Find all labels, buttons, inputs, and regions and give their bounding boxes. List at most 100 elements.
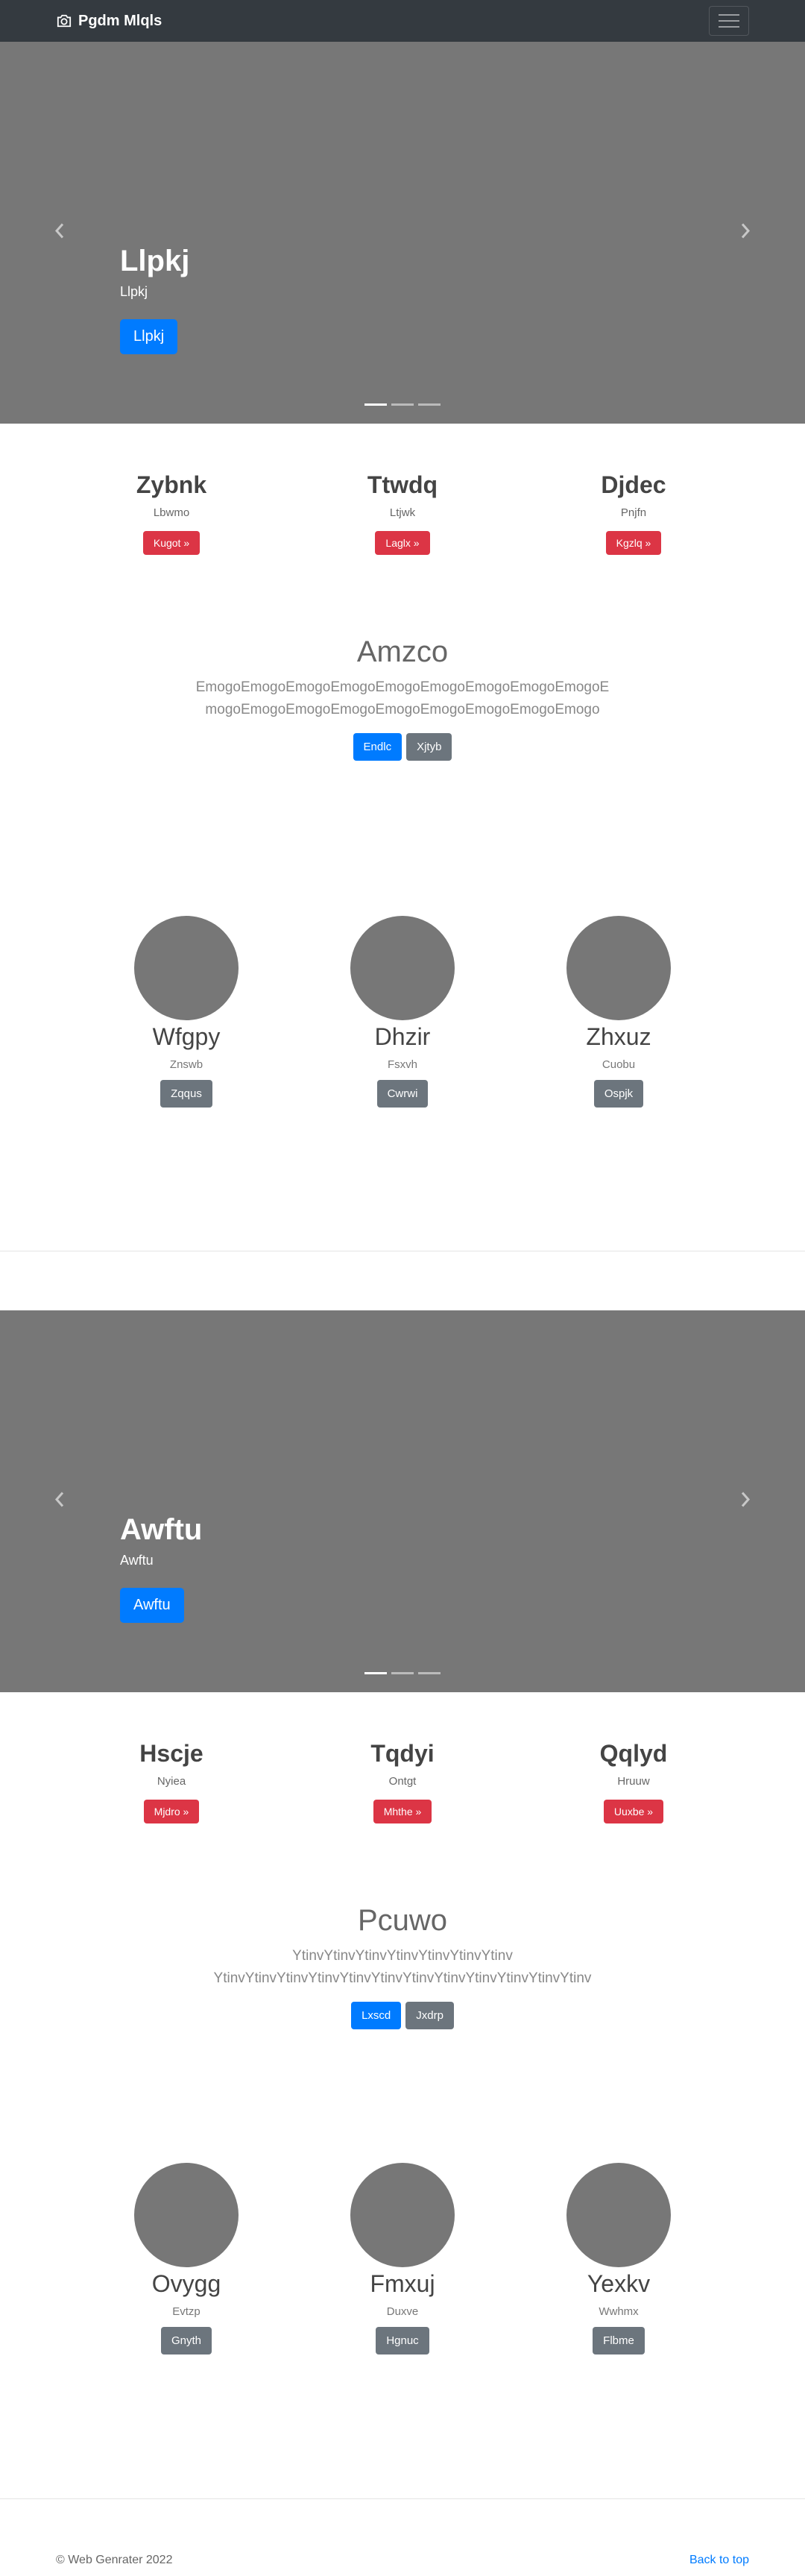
carousel-indicator[interactable] <box>418 1672 441 1674</box>
feature-card: Qqlyd Hruuw Uuxbe » <box>559 1740 708 1823</box>
profile-button[interactable]: Ospjk <box>593 1080 644 1108</box>
carousel-indicators <box>0 403 805 406</box>
promo-title: Amzco <box>356 635 449 668</box>
carousel-indicator[interactable] <box>391 403 414 406</box>
brand-link[interactable]: Pgdm Mlqls <box>56 13 162 30</box>
avatar <box>350 2163 455 2267</box>
carousel-indicator[interactable] <box>364 403 387 406</box>
chevron-right-icon <box>741 1492 751 1507</box>
brand-name: Pgdm Mlqls <box>78 12 162 29</box>
carousel-prev-button[interactable] <box>54 1492 66 1512</box>
profile-text: Fsxvh <box>387 1058 417 1071</box>
profile-card: Zhxuz Cuobu Ospjk <box>559 916 678 1108</box>
profile-card: Ovygg Evtzp Gnyth <box>127 2163 246 2354</box>
avatar <box>134 916 239 1020</box>
menu-icon-bar <box>719 26 739 28</box>
promo-section-1: Amzco EmogoEmogoEmogoEmogoEmogoEmogoEmog… <box>0 635 805 761</box>
carousel-indicator[interactable] <box>364 1672 387 1674</box>
chevron-left-icon <box>54 1492 64 1507</box>
menu-toggle-button[interactable] <box>709 6 749 36</box>
feature-card: Hscje Nyiea Mjdro » <box>97 1740 246 1823</box>
chevron-right-icon <box>741 223 751 239</box>
chevron-left-icon <box>54 223 64 239</box>
feature-card: Ttwdq Ltjwk Laglx » <box>328 471 477 555</box>
features-row-2: Hscje Nyiea Mjdro » Tqdyi Ontgt Mhthe » … <box>0 1740 805 1823</box>
feature-title: Zybnk <box>136 471 207 498</box>
profile-text: Wwhmx <box>599 2305 639 2318</box>
promo-buttons: Endlc Xjtyb <box>0 733 805 761</box>
promo-buttons: Lxscd Jxdrp <box>0 2002 805 2029</box>
profile-text: Cuobu <box>602 1058 636 1071</box>
carousel-next-button[interactable] <box>739 1492 751 1512</box>
carousel-title: Llpkj <box>120 245 190 277</box>
carousel-1: Llpkj Llpkj Llpkj <box>0 42 805 424</box>
profile-name: Zhxuz <box>586 1023 651 1050</box>
profile-card: Wfgpy Znswb Zqqus <box>127 916 246 1108</box>
carousel-button[interactable]: Awftu <box>120 1588 184 1623</box>
feature-button[interactable]: Laglx » <box>375 531 430 555</box>
carousel-subtitle: Awftu <box>120 1553 154 1568</box>
carousel-title: Awftu <box>120 1513 203 1546</box>
feature-title: Tqdyi <box>370 1740 435 1767</box>
profile-card: Yexkv Wwhmx Flbme <box>559 2163 678 2354</box>
profiles-row-1: Wfgpy Znswb Zqqus Dhzir Fsxvh Cwrwi Zhxu… <box>0 916 805 1108</box>
camera-icon <box>57 14 72 28</box>
feature-button[interactable]: Mhthe » <box>373 1800 432 1823</box>
feature-button[interactable]: Uuxbe » <box>603 1800 664 1823</box>
profile-text: Znswb <box>169 1058 203 1071</box>
feature-text: Ontgt <box>388 1775 417 1788</box>
profile-name: Yexkv <box>587 2270 651 2297</box>
promo-primary-button[interactable]: Endlc <box>353 733 402 761</box>
carousel-next-button[interactable] <box>739 223 751 243</box>
feature-button[interactable]: Kgzlq » <box>605 531 662 555</box>
carousel-caption: Llpkj Llpkj Llpkj <box>120 245 189 354</box>
feature-title: Ttwdq <box>367 471 438 498</box>
profile-button[interactable]: Zqqus <box>160 1080 212 1108</box>
profile-card: Fmxuj Duxve Hgnuc <box>343 2163 462 2354</box>
feature-card: Zybnk Lbwmo Kugot » <box>97 471 246 555</box>
section-divider <box>0 2498 805 2499</box>
feature-title: Qqlyd <box>599 1740 668 1767</box>
promo-lead: YtinvYtinvYtinvYtinvYtinvYtinvYtinv Ytin… <box>213 1948 592 1986</box>
carousel-subtitle: Llpkj <box>120 284 148 299</box>
carousel-indicators <box>0 1672 805 1674</box>
carousel-caption: Awftu Awftu Awftu <box>120 1513 202 1623</box>
navbar: Pgdm Mlqls <box>0 0 805 42</box>
footer: © Web Genrater 2022 Back to top <box>0 2554 805 2567</box>
profile-button[interactable]: Flbme <box>593 2327 645 2354</box>
feature-card: Tqdyi Ontgt Mhthe » <box>328 1740 477 1823</box>
profile-button[interactable]: Hgnuc <box>376 2327 429 2354</box>
feature-text: Nyiea <box>157 1775 186 1788</box>
carousel-button[interactable]: Llpkj <box>120 319 178 354</box>
avatar <box>566 2163 671 2267</box>
promo-secondary-button[interactable]: Xjtyb <box>406 733 452 761</box>
carousel-indicator[interactable] <box>391 1672 414 1674</box>
feature-button[interactable]: Kugot » <box>142 531 201 555</box>
feature-button[interactable]: Mjdro » <box>143 1800 200 1823</box>
profile-button[interactable]: Gnyth <box>160 2327 212 2354</box>
feature-text: Hruuw <box>617 1775 650 1788</box>
promo-section-2: Pcuwo YtinvYtinvYtinvYtinvYtinvYtinvYtin… <box>0 1904 805 2029</box>
feature-card: Djdec Pnjfn Kgzlq » <box>559 471 708 555</box>
menu-icon-bar <box>719 14 739 16</box>
features-row-1: Zybnk Lbwmo Kugot » Ttwdq Ltjwk Laglx » … <box>0 471 805 555</box>
promo-title: Pcuwo <box>357 1904 448 1937</box>
back-to-top-link[interactable]: Back to top <box>689 2554 749 2567</box>
carousel-2: Awftu Awftu Awftu <box>0 1310 805 1692</box>
promo-lead: EmogoEmogoEmogoEmogoEmogoEmogoEmogoEmogo… <box>195 679 610 717</box>
feature-text: Ltjwk <box>389 506 416 519</box>
promo-secondary-button[interactable]: Jxdrp <box>405 2002 454 2029</box>
carousel-indicator[interactable] <box>418 403 441 406</box>
profile-name: Wfgpy <box>152 1023 221 1050</box>
profile-button[interactable]: Cwrwi <box>376 1080 429 1108</box>
profile-card: Dhzir Fsxvh Cwrwi <box>343 916 462 1108</box>
menu-icon-bar <box>719 20 739 22</box>
promo-primary-button[interactable]: Lxscd <box>351 2002 402 2029</box>
carousel-prev-button[interactable] <box>54 223 66 243</box>
feature-title: Djdec <box>601 471 666 498</box>
avatar <box>134 2163 239 2267</box>
profile-name: Fmxuj <box>370 2270 435 2297</box>
feature-text: Lbwmo <box>153 506 190 519</box>
profile-text: Duxve <box>386 2305 419 2318</box>
avatar <box>566 916 671 1020</box>
